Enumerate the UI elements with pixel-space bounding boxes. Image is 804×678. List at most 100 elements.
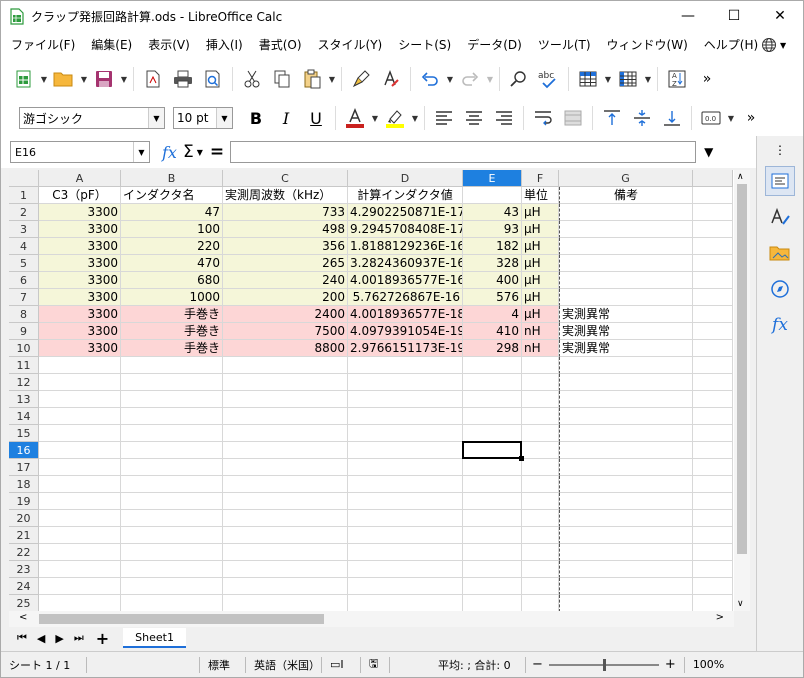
font-size-select[interactable]: 10 pt ▼	[173, 107, 233, 129]
row-header-10[interactable]: 10	[9, 340, 39, 357]
menu-file[interactable]: ファイル(F)	[1, 36, 83, 53]
cell[interactable]	[522, 357, 559, 374]
cell[interactable]	[559, 527, 693, 544]
cell[interactable]	[559, 204, 693, 221]
cell[interactable]	[693, 374, 733, 391]
save-button[interactable]	[89, 65, 119, 93]
header-cell[interactable]: 単位	[522, 187, 559, 204]
cell[interactable]	[522, 493, 559, 510]
cell[interactable]	[223, 561, 348, 578]
cell[interactable]: 8800	[223, 340, 348, 357]
highlight-color-button[interactable]	[380, 104, 410, 132]
cell[interactable]: 2.9766151173E-19	[348, 340, 463, 357]
cell[interactable]: 9.2945708408E-17	[348, 221, 463, 238]
horizontal-scroll-thumb[interactable]	[39, 614, 324, 624]
cell[interactable]	[693, 425, 733, 442]
menu-data[interactable]: データ(D)	[459, 36, 530, 53]
print-preview-button[interactable]	[198, 65, 228, 93]
language-globe-button[interactable]: ▼	[761, 35, 791, 55]
cell[interactable]	[348, 408, 463, 425]
cell[interactable]	[463, 510, 522, 527]
scroll-up-arrow[interactable]: ∧	[737, 172, 744, 182]
sidebar-gallery-button[interactable]	[765, 238, 795, 268]
cell[interactable]	[693, 578, 733, 595]
cell[interactable]	[559, 391, 693, 408]
menu-format[interactable]: 書式(O)	[251, 36, 310, 53]
undo-dropdown-arrow[interactable]: ▼	[445, 65, 455, 93]
cell[interactable]	[522, 374, 559, 391]
cell[interactable]	[223, 408, 348, 425]
cell[interactable]	[463, 374, 522, 391]
cell[interactable]: 3300	[39, 272, 121, 289]
highlight-dropdown-arrow[interactable]: ▼	[410, 104, 420, 132]
cell[interactable]	[559, 221, 693, 238]
cell[interactable]	[463, 595, 522, 611]
cell[interactable]: 5.762726867E-16	[348, 289, 463, 306]
cell[interactable]	[39, 595, 121, 611]
cell[interactable]	[223, 442, 348, 459]
row-header-20[interactable]: 20	[9, 510, 39, 527]
cell[interactable]: 733	[223, 204, 348, 221]
row-header-14[interactable]: 14	[9, 408, 39, 425]
expand-formula-bar-button[interactable]: ▼	[704, 145, 713, 159]
column-header-g[interactable]: G	[559, 170, 693, 187]
column-header-e[interactable]: E	[463, 170, 522, 187]
zoom-slider[interactable]	[548, 658, 659, 672]
cell[interactable]: 手巻き	[121, 340, 223, 357]
cell[interactable]: μH	[522, 221, 559, 238]
cell[interactable]: 4.0018936577E-16	[348, 272, 463, 289]
cell[interactable]	[223, 510, 348, 527]
align-right-button[interactable]	[489, 104, 519, 132]
row-dropdown-arrow[interactable]: ▼	[603, 65, 613, 93]
align-center-button[interactable]	[459, 104, 489, 132]
header-cell[interactable]: 計算インダクタ値	[348, 187, 463, 204]
save-dropdown-arrow[interactable]: ▼	[119, 65, 129, 93]
cell[interactable]	[693, 238, 733, 255]
cell[interactable]: μH	[522, 204, 559, 221]
first-sheet-button[interactable]: ⏮	[17, 631, 27, 645]
cell[interactable]: 3300	[39, 221, 121, 238]
cell[interactable]	[223, 391, 348, 408]
cell[interactable]	[39, 391, 121, 408]
cell[interactable]	[348, 391, 463, 408]
cell[interactable]: 7500	[223, 323, 348, 340]
open-button[interactable]	[49, 65, 79, 93]
cell[interactable]: 手巻き	[121, 306, 223, 323]
cell[interactable]: 410	[463, 323, 522, 340]
print-button[interactable]	[168, 65, 198, 93]
cell[interactable]	[693, 476, 733, 493]
row-header-6[interactable]: 6	[9, 272, 39, 289]
column-header-d[interactable]: D	[348, 170, 463, 187]
cell[interactable]: 3300	[39, 323, 121, 340]
align-bottom-button[interactable]	[657, 104, 687, 132]
cell[interactable]: 328	[463, 255, 522, 272]
cell[interactable]	[522, 391, 559, 408]
cell[interactable]	[223, 476, 348, 493]
scroll-down-arrow[interactable]: ∨	[737, 599, 744, 609]
sheet-tab[interactable]: Sheet1	[123, 628, 186, 648]
cell[interactable]	[693, 493, 733, 510]
copy-button[interactable]	[267, 65, 297, 93]
scroll-right-arrow[interactable]: >	[716, 612, 724, 623]
cell[interactable]: 182	[463, 238, 522, 255]
cell[interactable]	[348, 561, 463, 578]
cell[interactable]	[121, 459, 223, 476]
cell[interactable]	[463, 578, 522, 595]
cell[interactable]	[39, 476, 121, 493]
row-header-23[interactable]: 23	[9, 561, 39, 578]
cell[interactable]	[693, 272, 733, 289]
menu-edit[interactable]: 編集(E)	[83, 36, 140, 53]
spreadsheet-grid[interactable]: A B C D E F G 1 C3（pF） インダクタ名 実測周波数（kHz） 計算インダクタ値 単位…	[9, 170, 734, 611]
cell[interactable]	[223, 459, 348, 476]
cell[interactable]	[559, 238, 693, 255]
row-header-12[interactable]: 12	[9, 374, 39, 391]
cell[interactable]: 400	[463, 272, 522, 289]
cell[interactable]: 3300	[39, 289, 121, 306]
row-header-21[interactable]: 21	[9, 527, 39, 544]
cell[interactable]	[559, 510, 693, 527]
vertical-scroll-thumb[interactable]	[737, 184, 747, 554]
cell[interactable]	[463, 527, 522, 544]
column-header-b[interactable]: B	[121, 170, 223, 187]
cell[interactable]	[693, 391, 733, 408]
cell[interactable]	[121, 442, 223, 459]
